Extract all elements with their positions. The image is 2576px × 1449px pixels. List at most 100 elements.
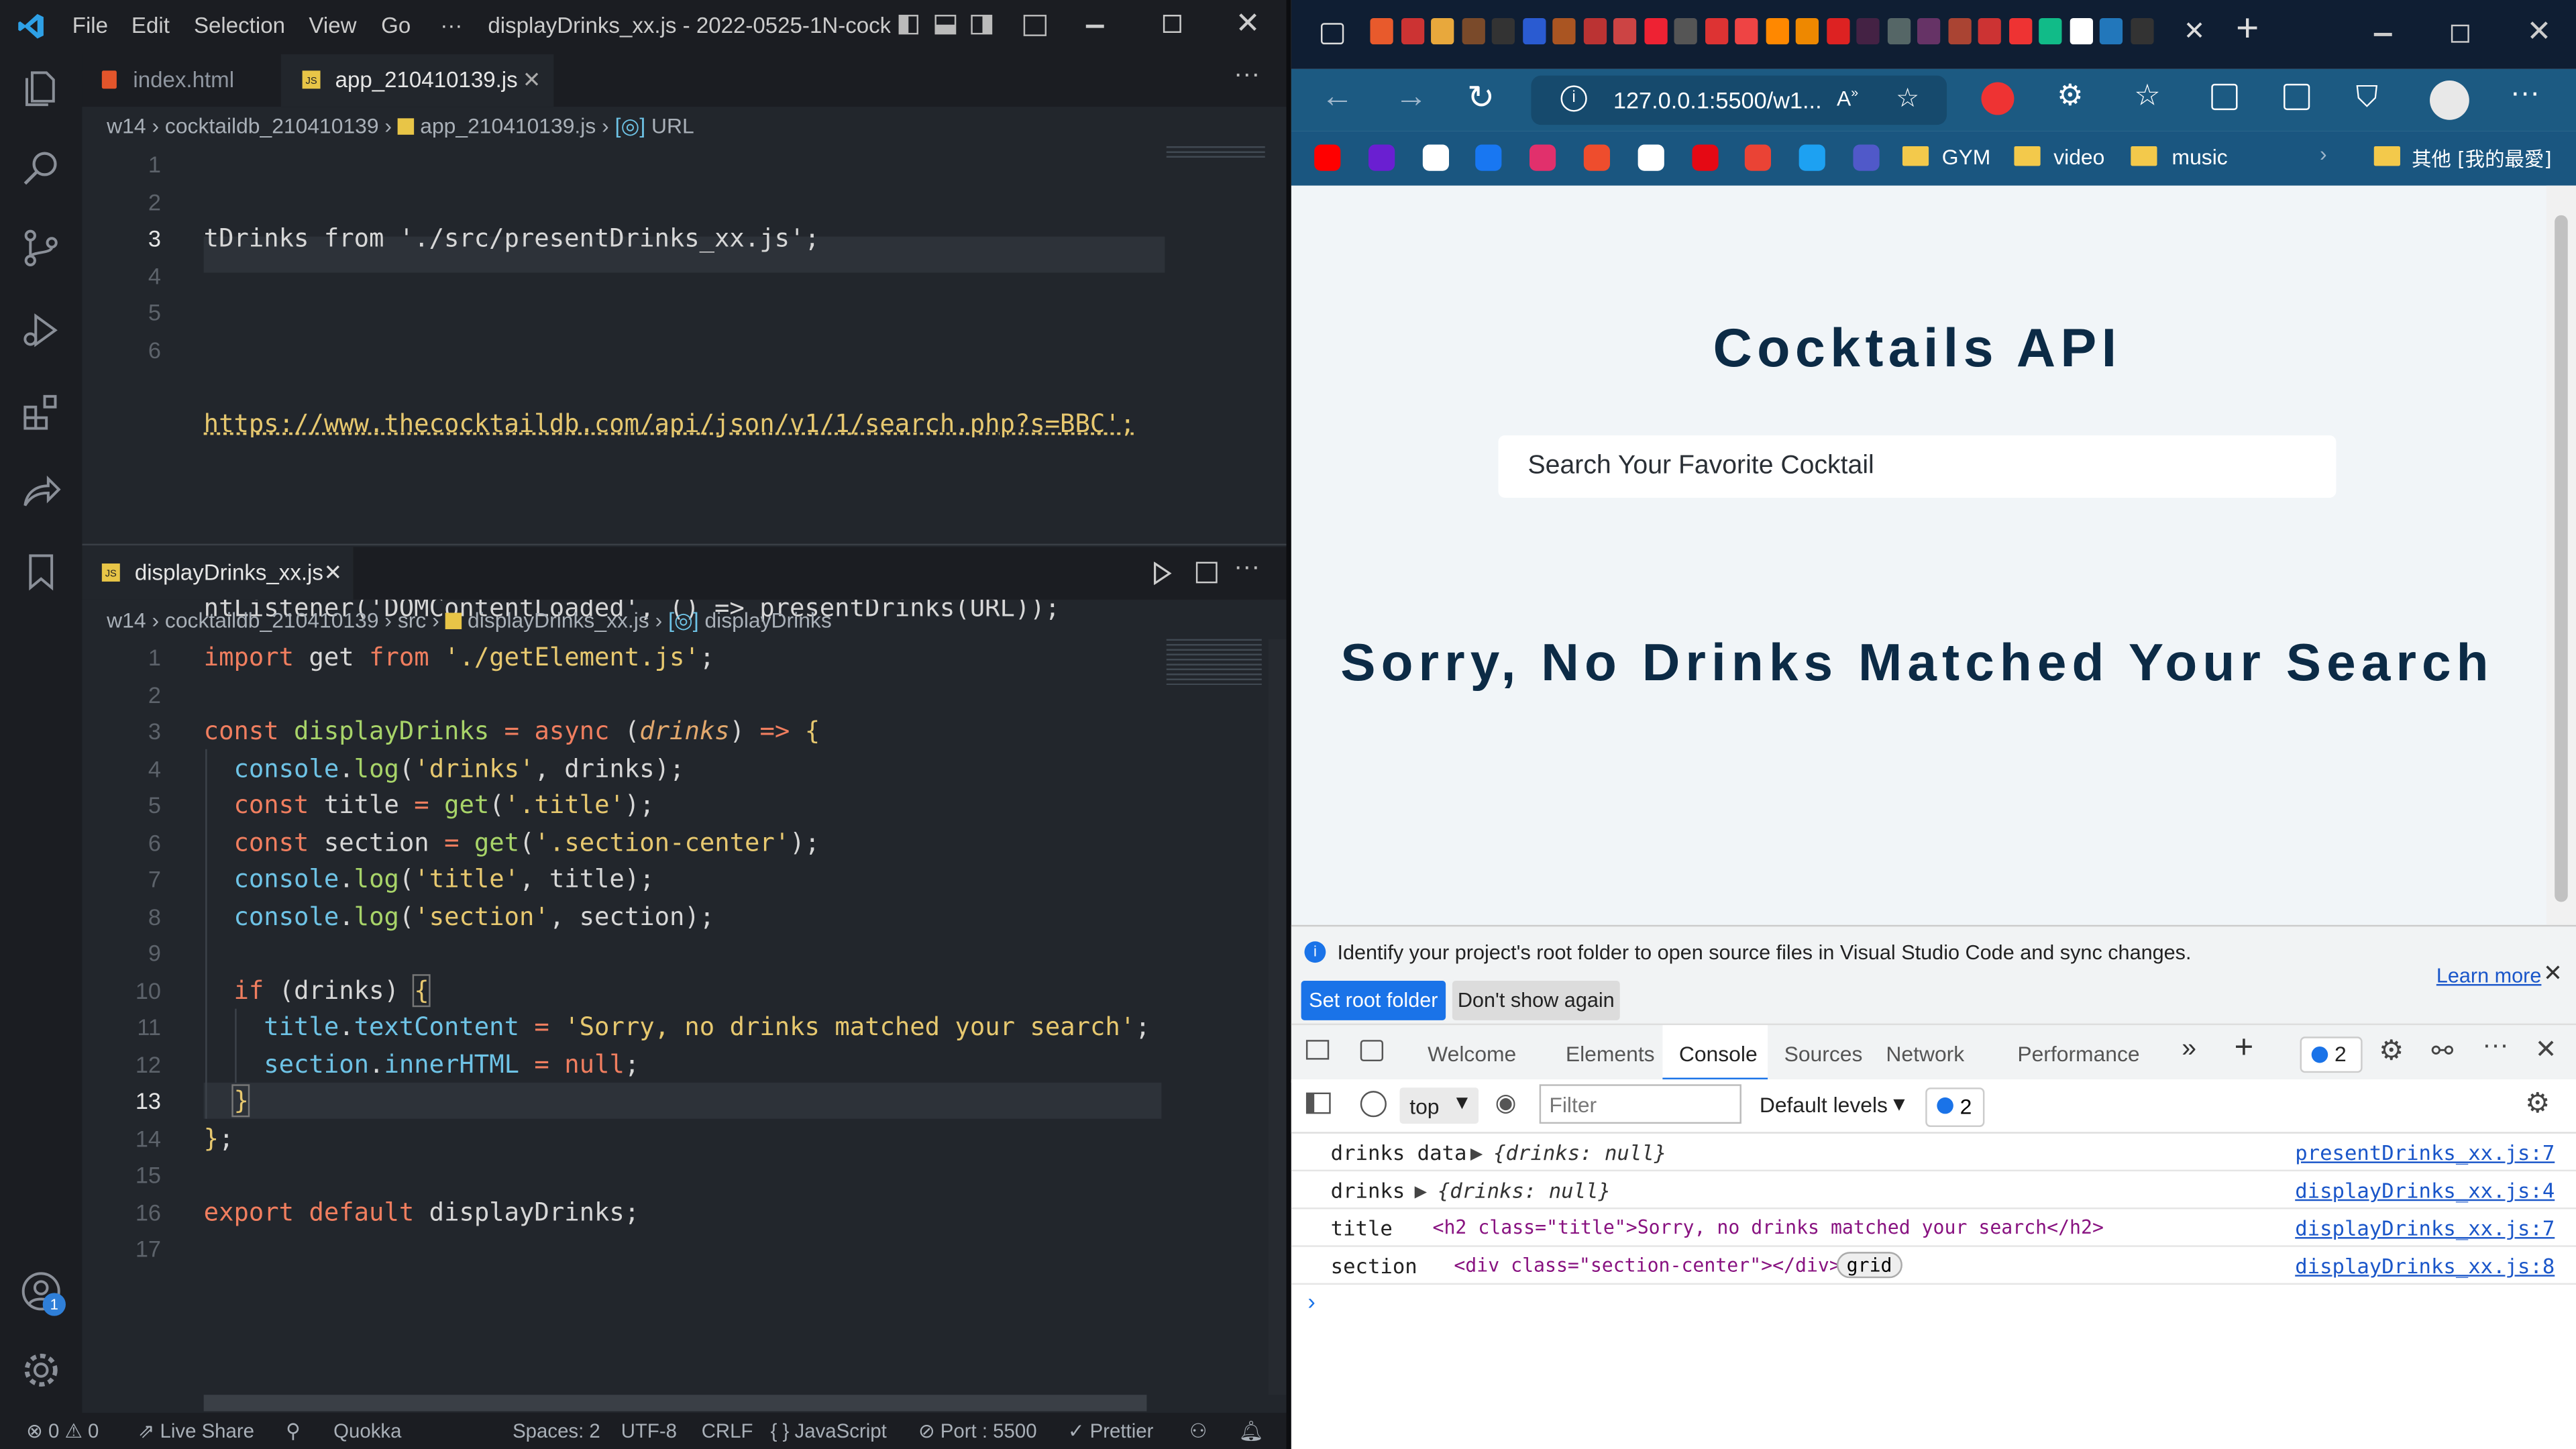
favorites-icon[interactable]: ☆ [2134,79,2161,113]
log-levels-dropdown[interactable]: Default levels [1760,1093,1888,1118]
set-root-folder-button[interactable]: Set root folder [1301,981,1446,1020]
source-link[interactable]: presentDrinks_xx.js:7 [2295,1140,2555,1165]
language-status[interactable]: { } JavaScript [771,1419,887,1442]
tab-performance[interactable]: Performance [2017,1042,2139,1067]
notifications-bell-icon[interactable]: 🔔︎ [1239,1419,1264,1442]
customize-devtools-icon[interactable]: ··· [2482,1032,2508,1061]
more-tabs-icon[interactable]: » [2182,1035,2196,1065]
browser-tab-favicon[interactable] [1521,17,1546,45]
tab-elements[interactable]: Elements [1566,1042,1655,1067]
device-toolbar-icon[interactable] [1360,1040,1384,1062]
prettier-status[interactable]: ✓ Prettier [1068,1419,1154,1442]
eol-status[interactable]: CRLF [702,1419,753,1442]
browser-tab-favicon[interactable] [1735,17,1758,45]
browser-tab-favicon[interactable] [1582,17,1606,45]
extensions-icon[interactable] [19,391,62,434]
vertical-scrollbar[interactable] [1268,639,1287,1395]
source-link[interactable]: displayDrinks_xx.js:7 [2295,1216,2555,1240]
bookmark-folder-video[interactable]: video [2053,145,2104,170]
run-debug-icon[interactable] [19,309,62,352]
tab-close-icon[interactable]: ✕ [523,54,541,107]
browser-tab-favicon[interactable] [1613,17,1637,45]
bookmark-folder-music[interactable]: music [2172,145,2228,170]
add-favorite-icon[interactable]: ☆ [1896,82,1919,115]
quokka-status[interactable]: Quokka [333,1419,401,1442]
breadcrumb-item[interactable]: cocktaildb_210410139 [165,113,379,138]
bookmark-favicon[interactable] [1799,144,1826,171]
explorer-icon[interactable] [19,67,62,110]
bookmark-favicon[interactable] [1421,144,1449,171]
browser-tab-favicon[interactable] [2130,17,2153,45]
browser-essentials-icon[interactable]: ⛉ [2356,80,2378,115]
page-scrollbar[interactable] [2546,185,2576,925]
problems-indicator[interactable]: ⊗ 0 ⚠ 0 [26,1419,99,1442]
tab-network[interactable]: Network [1886,1042,1964,1067]
breadcrumb-item[interactable]: w14 [107,113,146,138]
add-tab-icon[interactable]: + [2235,1030,2254,1068]
bookmark-favicon[interactable] [1368,144,1395,171]
split-editor-icon[interactable] [1195,561,1218,584]
minimap-bottom[interactable] [1166,639,1262,686]
learn-more-link[interactable]: Learn more [2436,965,2542,987]
more-actions-icon[interactable]: ··· [1234,553,1260,583]
tab-app-js[interactable]: JS app_210410139.js ✕ [280,54,554,107]
browser-tab-favicon[interactable] [2099,17,2123,45]
browser-tab-favicon[interactable] [1765,17,1788,45]
bookmark-favicon[interactable] [1529,144,1556,171]
toggle-secondary-sidebar-icon[interactable] [971,15,993,35]
read-aloud-icon[interactable]: A» [1837,85,1858,111]
menu-go[interactable]: Go [381,13,411,38]
breadcrumb-item[interactable]: URL [651,113,694,138]
tab-actions-icon[interactable] [1320,23,1344,45]
menu-more[interactable]: ··· [440,13,462,38]
maximize-icon[interactable] [1163,15,1181,33]
extension-icon[interactable] [1981,82,2015,115]
browser-tab-favicon[interactable] [1674,17,1697,45]
bookmark-favicon[interactable] [1314,144,1341,171]
browser-tab-favicon[interactable] [1856,17,1880,45]
browser-tab-favicon[interactable] [1978,17,2001,45]
close-window-icon[interactable]: ✕ [2527,15,2552,49]
issues-badge[interactable]: 2 [2300,1036,2363,1073]
live-share-status[interactable]: ⇗ Live Share [138,1419,254,1442]
maximize-icon[interactable] [2451,24,2469,43]
log-value[interactable]: {drinks: null} [1438,1178,1611,1203]
customize-layout-icon[interactable] [1023,15,1046,36]
new-tab-icon[interactable]: + [2236,7,2259,53]
browser-tab-favicon[interactable] [2008,17,2032,45]
feedback-icon[interactable]: ⚇ [1189,1419,1207,1442]
breadcrumb-item[interactable]: app_210410139.js [420,113,596,138]
browser-tab-favicon[interactable] [2069,17,2092,45]
toggle-panel-icon[interactable] [934,15,957,35]
address-box[interactable]: i 127.0.0.1:5500/w1... A» ☆ [1531,75,1947,125]
search-input[interactable]: Search Your Favorite Cocktail [1498,435,2337,498]
tab-console[interactable]: Console [1662,1025,1768,1081]
breadcrumb-item[interactable]: displayDrinks_xx.js [468,608,649,633]
connect-device-icon[interactable]: ⚯ [2431,1035,2453,1068]
browser-tab-favicon[interactable] [2039,17,2062,45]
breadcrumb-item[interactable]: w14 [107,608,146,633]
browser-tab-favicon[interactable] [1886,17,1910,45]
encoding-status[interactable]: UTF-8 [621,1419,677,1442]
log-value[interactable]: {drinks: null} [1493,1140,1666,1165]
menu-view[interactable]: View [309,13,356,38]
bookmark-favicon[interactable] [1476,144,1503,171]
close-tab-icon[interactable]: ✕ [2184,15,2206,48]
profile-avatar[interactable] [2430,80,2469,120]
toggle-sidebar-icon[interactable] [898,15,918,35]
close-devtools-icon[interactable]: ✕ [2535,1033,2557,1066]
minimap-top[interactable] [1166,146,1265,160]
tab-display-drinks[interactable]: JS displayDrinks_xx.js ✕ [82,547,354,600]
back-icon[interactable]: ← [1321,79,1354,117]
browser-tab-favicon[interactable] [1370,17,1393,45]
extensions-puzzle-icon[interactable]: ⚙ [2057,79,2084,113]
menu-edit[interactable]: Edit [131,13,170,38]
log-value[interactable]: <h2 class="title">Sorry, no drinks match… [1433,1216,2104,1238]
browser-tab-favicon[interactable] [1400,17,1424,45]
bookmark-favicon[interactable] [1853,144,1880,171]
refresh-icon[interactable]: ↻ [1467,77,1495,118]
minimize-icon[interactable] [2373,32,2392,36]
menu-selection[interactable]: Selection [194,13,285,38]
tab-welcome[interactable]: Welcome [1428,1042,1516,1067]
menu-file[interactable]: File [72,13,108,38]
